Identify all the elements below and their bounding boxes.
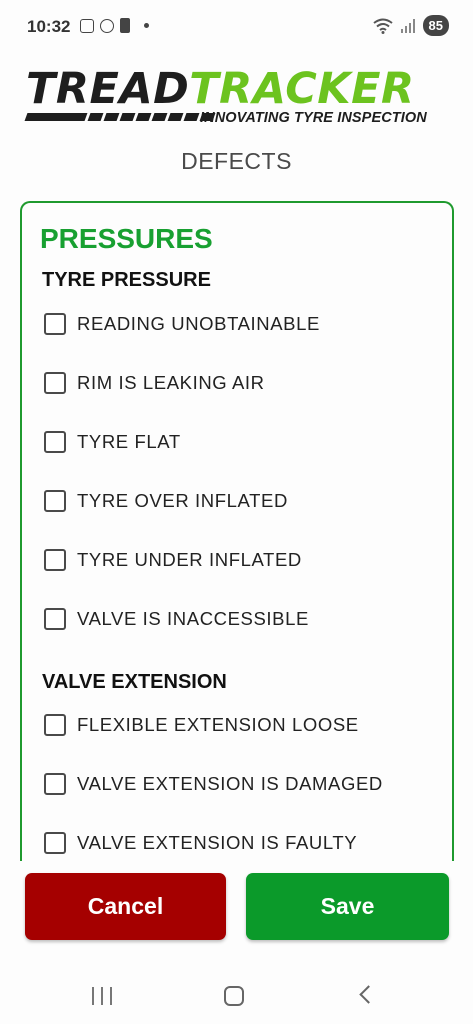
status-bar: 10:32 85 <box>0 0 473 56</box>
page-title: DEFECTS <box>181 148 292 174</box>
option-label: TYRE FLAT <box>77 431 181 452</box>
recent-apps-icon[interactable] <box>92 987 112 1005</box>
cancel-button[interactable]: Cancel <box>25 873 226 940</box>
status-time: 10:32 <box>27 17 71 36</box>
group-title-valve-extension: VALVE EXTENSION <box>42 671 227 693</box>
battery-level: 85 <box>422 15 449 36</box>
defects-card: PRESSURES TYRE PRESSURE READING UNOBTAIN… <box>20 201 454 861</box>
logo-tagline: INNOVATING TYRE INSPECTION <box>200 110 427 126</box>
section-title-pressures: PRESSURES <box>40 223 213 254</box>
option-label: FLEXIBLE EXTENSION LOOSE <box>77 714 359 735</box>
defect-option[interactable]: FLEXIBLE EXTENSION LOOSE <box>44 710 359 740</box>
system-nav-bar <box>0 960 473 1024</box>
treadtracker-logo: TREADTRACKER INNOVATING TYRE INSPECTION <box>24 68 448 130</box>
notification-dot-icon <box>144 23 149 28</box>
checkbox[interactable] <box>44 832 66 854</box>
checkbox[interactable] <box>44 372 66 394</box>
logo-tread-stripes <box>24 113 216 121</box>
status-icons <box>80 18 149 33</box>
logo-wordmark: TREADTRACKER <box>26 68 415 111</box>
wifi-icon <box>372 18 393 34</box>
defect-option[interactable]: TYRE OVER INFLATED <box>44 486 288 516</box>
save-button[interactable]: Save <box>246 873 449 940</box>
home-icon[interactable] <box>224 986 244 1006</box>
back-icon[interactable] <box>359 985 378 1004</box>
defect-option[interactable]: TYRE FLAT <box>44 427 181 457</box>
defect-option[interactable]: VALVE EXTENSION IS FAULTY <box>44 828 357 858</box>
checkbox[interactable] <box>44 608 66 630</box>
checkbox[interactable] <box>44 313 66 335</box>
signal-icon <box>400 18 415 33</box>
logo-word-tracker: TRACKER <box>189 64 415 114</box>
option-label: VALVE EXTENSION IS FAULTY <box>77 832 358 853</box>
defect-option[interactable]: VALVE EXTENSION IS DAMAGED <box>44 769 383 799</box>
defect-option[interactable]: RIM IS LEAKING AIR <box>44 368 265 398</box>
checkbox[interactable] <box>44 549 66 571</box>
checkbox[interactable] <box>44 714 66 736</box>
battery-saver-icon <box>120 18 130 33</box>
logo-word-tread: TREAD <box>26 64 190 114</box>
option-label: VALVE EXTENSION IS DAMAGED <box>77 773 383 794</box>
defect-option[interactable]: READING UNOBTAINABLE <box>44 309 320 339</box>
option-label: TYRE OVER INFLATED <box>77 490 288 511</box>
checkbox[interactable] <box>44 431 66 453</box>
option-label: READING UNOBTAINABLE <box>77 313 320 334</box>
checkbox[interactable] <box>44 490 66 512</box>
screenshot-icon <box>80 18 94 33</box>
defect-option[interactable]: TYRE UNDER INFLATED <box>44 545 302 575</box>
defect-option[interactable]: VALVE IS INACCESSIBLE <box>44 604 309 634</box>
option-label: RIM IS LEAKING AIR <box>77 372 265 393</box>
option-label: VALVE IS INACCESSIBLE <box>77 608 309 629</box>
option-label: TYRE UNDER INFLATED <box>77 549 302 570</box>
status-right: 85 <box>372 15 449 36</box>
checkbox[interactable] <box>44 773 66 795</box>
group-title-tyre-pressure: TYRE PRESSURE <box>42 269 211 291</box>
accessibility-icon <box>100 18 114 33</box>
